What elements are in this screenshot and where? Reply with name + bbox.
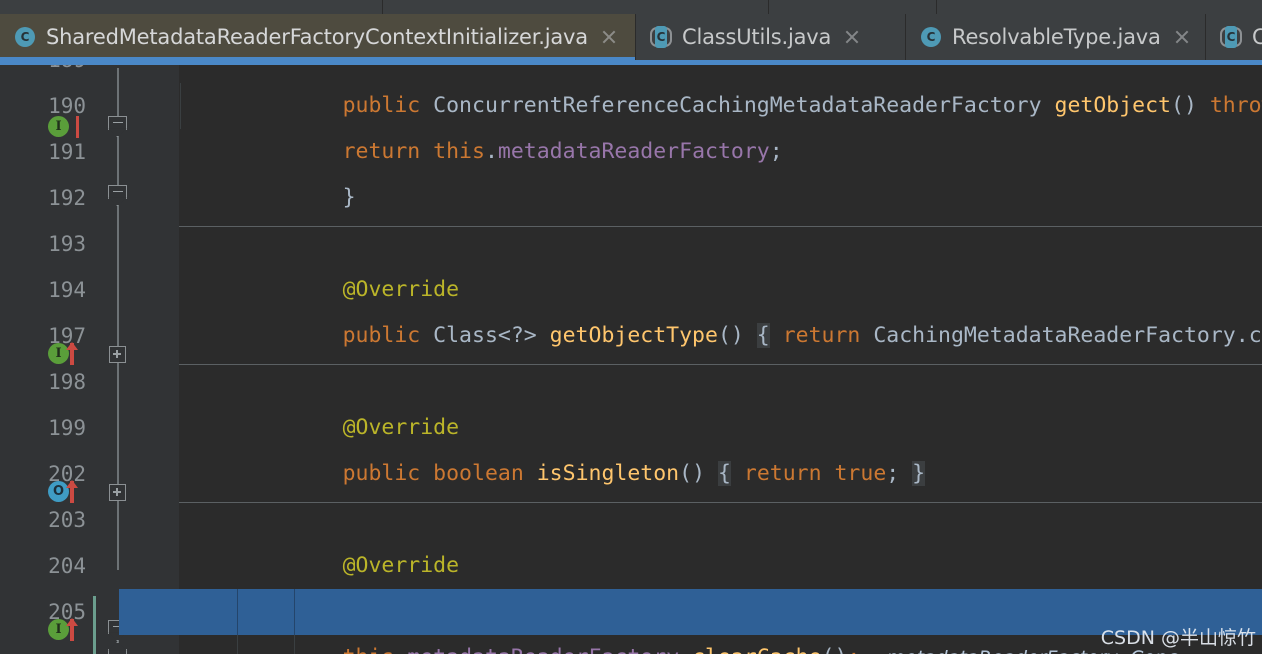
code-line-204[interactable]: 204 public void onApplicationEvent(Conte… [0,543,1262,624]
line-number: 199 [48,416,86,440]
code-line-205[interactable]: 205 this.metadataReaderFactory.clearCach… [0,589,1262,654]
indent-guide [294,589,295,635]
code-line-197[interactable]: 197 [0,313,1262,359]
editor-tab-bar[interactable]: C SharedMetadataReaderFactoryContextInit… [0,14,1262,60]
line-code[interactable]: } [239,129,356,210]
editor-tab-label: ResolvableType.java [952,25,1161,49]
line-code[interactable]: @Override [239,359,460,440]
line-number: 193 [48,232,86,256]
line-number: 198 [48,370,86,394]
java-class-icon-letter: C [656,30,666,44]
code-line-203[interactable]: 203 @Override [0,497,1262,578]
java-class-readonly-icon: C [650,26,672,48]
java-class-icon: C [920,26,942,48]
java-class-readonly-icon: C [1220,26,1242,48]
editor-tab-label: SharedMetadataReaderFactoryContextInitia… [46,25,588,49]
java-class-icon-letter: C [1226,30,1236,44]
editor-tab-1[interactable]: C ClassUtils.java [636,14,906,60]
java-class-icon: C [14,26,36,48]
java-class-icon-letter: C [926,30,936,44]
line-number: 191 [48,140,86,164]
editor-tab-label: C [1252,25,1262,49]
line-number: 203 [48,508,86,532]
editor-tab-3[interactable]: C C [1206,14,1262,60]
editor-tab-0[interactable]: C SharedMetadataReaderFactoryContextInit… [0,14,636,60]
line-code[interactable]: @Override [239,221,460,302]
window-top-strip [0,0,1262,14]
java-class-icon-letter: C [20,30,30,44]
code-line-199[interactable]: 199 public boolean isSingleton() { retur… [0,405,1262,486]
line-number: 192 [48,186,86,210]
line-number: 197 [48,324,86,348]
line-number: 202 [48,462,86,486]
indent-guide [237,589,238,635]
close-icon[interactable] [1173,28,1191,46]
line-number: 204 [48,554,86,578]
line-number: 190 [48,94,86,118]
indent-guide [180,83,181,129]
line-code[interactable]: public void onApplicationEvent(ContextRe… [239,543,1255,624]
code-line-191[interactable]: 191 } [0,129,1262,210]
fold-tag-collapse-icon[interactable] [108,642,127,654]
code-line-202[interactable]: 202 [0,451,1262,497]
line-code[interactable]: public boolean isSingleton() { return tr… [239,405,926,486]
line-code[interactable]: public Class<?> getObjectType() { return… [239,267,1262,348]
code-editor[interactable]: 189 public ConcurrentReferenceCachingMet… [0,60,1262,654]
indent-guide [237,635,238,654]
idea-editor-window: C SharedMetadataReaderFactoryContextInit… [0,0,1262,654]
editor-tab-2[interactable]: C ResolvableType.java [906,14,1206,60]
code-line-190[interactable]: 190 return this.metadataReaderFactory; [0,83,1262,164]
code-line-194[interactable]: 194 public Class<?> getObjectType() { re… [0,267,1262,348]
editor-tab-label: ClassUtils.java [682,25,832,49]
code-line-198[interactable]: 198 @Override [0,359,1262,440]
line-number: 205 [48,600,86,624]
csdn-watermark: CSDN @半山惊竹 [1100,627,1256,649]
line-number: 194 [48,278,86,302]
top-highlight-bar [0,60,1262,65]
close-icon[interactable] [843,28,861,46]
line-code[interactable]: return this.metadataReaderFactory; [239,83,783,164]
line-code[interactable]: @Override [239,497,460,578]
line-code[interactable]: this.metadataReaderFactory.clearCache();… [239,589,1178,654]
code-line-192[interactable]: 192 [0,175,1262,221]
code-line-193[interactable]: 193 @Override [0,221,1262,302]
close-icon[interactable] [600,28,618,46]
